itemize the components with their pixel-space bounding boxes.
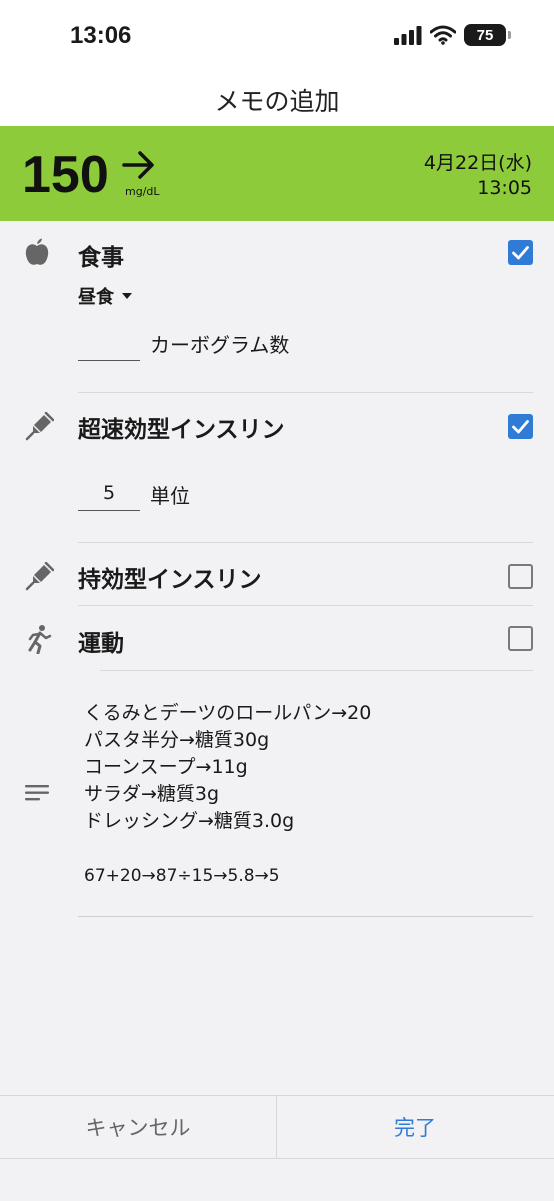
carb-input[interactable] xyxy=(78,360,140,361)
glucose-value: 150 xyxy=(22,146,109,204)
done-button[interactable]: 完了 xyxy=(277,1096,553,1158)
checkmark-icon xyxy=(512,246,529,260)
rapid-insulin-title: 超速効型インスリン xyxy=(78,417,285,443)
reading-date: 4月22日(水) xyxy=(423,152,532,174)
long-insulin-title: 持効型インスリン xyxy=(78,567,262,593)
divider xyxy=(78,392,533,393)
syringe-icon xyxy=(25,562,54,591)
notes-line: コーンスープ→11g xyxy=(84,756,248,778)
title-bar: メモの追加 xyxy=(0,70,554,126)
notes-calculation: 67+20→87÷15→5.8→5 xyxy=(84,866,280,886)
page-title: メモの追加 xyxy=(214,87,340,116)
meal-title: 食事 xyxy=(78,245,124,271)
arrow-right-icon xyxy=(122,151,154,179)
footer-bottom-line xyxy=(0,1158,554,1159)
battery-icon: 75 xyxy=(464,24,511,46)
caret-down-icon xyxy=(122,293,132,299)
notes-icon xyxy=(25,785,49,801)
running-icon xyxy=(28,625,52,654)
status-bar: 13:06 75 xyxy=(0,0,554,70)
divider xyxy=(78,542,533,543)
notes-line: パスタ半分→糖質30g xyxy=(84,729,270,751)
status-time: 13:06 xyxy=(70,22,132,49)
divider xyxy=(78,605,533,606)
exercise-title: 運動 xyxy=(78,631,124,657)
meal-type-dropdown[interactable]: 昼食 xyxy=(78,283,132,309)
notes-line: ドレッシング→糖質3.0g xyxy=(84,810,295,832)
exercise-checkbox[interactable] xyxy=(508,626,533,651)
status-icons: 75 xyxy=(394,24,511,46)
syringe-icon xyxy=(25,412,54,441)
wifi-icon xyxy=(430,25,456,45)
glucose-unit: mg/dL xyxy=(125,185,160,198)
cancel-button[interactable]: キャンセル xyxy=(0,1096,276,1158)
glucose-banner: 150 mg/dL 4月22日(水) 13:05 xyxy=(0,126,554,221)
notes-textarea[interactable]: くるみとデーツのロールパン→20 パスタ半分→糖質30g コーンスープ→11g … xyxy=(84,700,524,835)
signal-icon xyxy=(394,26,422,45)
notes-line: くるみとデーツのロールパン→20 xyxy=(84,702,372,724)
meal-type-value: 昼食 xyxy=(78,287,114,308)
apple-icon xyxy=(25,238,49,265)
divider xyxy=(100,670,533,671)
units-input[interactable] xyxy=(78,510,140,511)
rapid-insulin-checkbox[interactable] xyxy=(508,414,533,439)
battery-level: 75 xyxy=(476,26,494,44)
meal-checkbox[interactable] xyxy=(508,240,533,265)
footer-bar: キャンセル 完了 xyxy=(0,1095,554,1201)
notes-line: サラダ→糖質3g xyxy=(84,783,220,805)
notes-underline xyxy=(78,916,533,917)
carb-label: カーボグラム数 xyxy=(150,333,290,357)
units-label: 単位 xyxy=(150,484,190,508)
checkmark-icon xyxy=(512,420,529,434)
reading-time: 13:05 xyxy=(477,177,532,199)
units-input-value: 5 xyxy=(102,482,116,504)
long-insulin-checkbox[interactable] xyxy=(508,564,533,589)
